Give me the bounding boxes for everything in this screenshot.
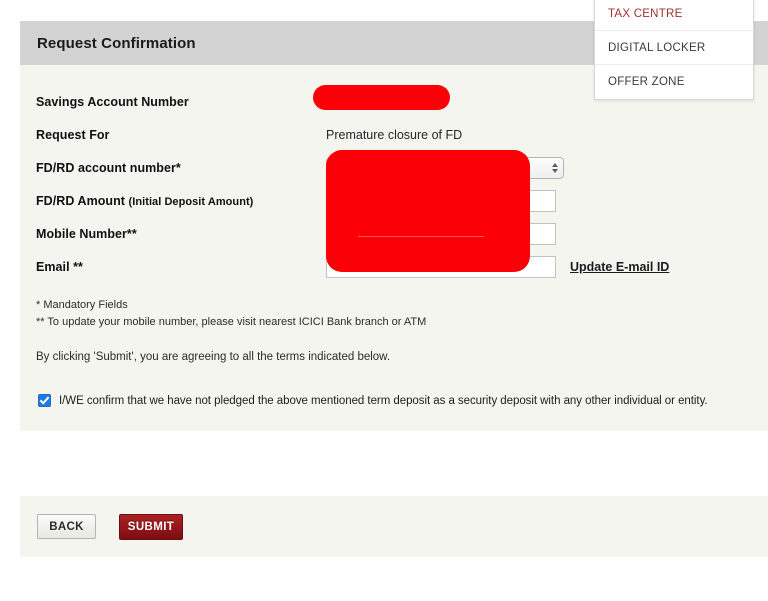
label-fd-rd-amount: FD/RD Amount (Initial Deposit Amount) [36,194,326,208]
note-mandatory-fields: * Mandatory Fields [36,299,128,311]
note-mobile-update: ** To update your mobile number, please … [36,316,427,328]
redaction-strike-line [358,236,484,237]
label-savings-account-number: Savings Account Number [36,94,189,109]
update-email-id-link[interactable]: Update E-mail ID [570,260,669,274]
page-title: Request Confirmation [37,34,196,52]
row-request-for: Request For Premature closure of FD [20,118,768,151]
label-email: Email ** [36,259,83,274]
redaction-savings-account-number [313,85,450,110]
redaction-form-fields [326,150,530,272]
footnotes: * Mandatory Fields ** To update your mob… [20,297,768,331]
label-request-for: Request For [36,127,110,142]
label-mobile-number: Mobile Number** [36,226,137,241]
agreement-notice: By clicking 'Submit', you are agreeing t… [36,351,391,363]
page-root: Request Confirmation Savings Account Num… [0,0,768,601]
consent-label: I/WE confirm that we have not pledged th… [59,394,708,407]
label-fd-rd-amount-sub: (Initial Deposit Amount) [128,195,254,208]
request-for-value: Premature closure of FD [326,127,463,142]
consent-checkbox[interactable] [38,394,51,407]
action-bar: BACK SUBMIT [20,496,768,557]
label-fd-rd-amount-main: FD/RD Amount [36,193,129,208]
value-request-for: Premature closure of FD [326,128,768,142]
label-fd-rd-account-number: FD/RD account number* [36,160,181,175]
submit-button[interactable]: SUBMIT [119,513,183,540]
back-button[interactable]: BACK [37,514,96,539]
menu-item-offer-zone[interactable]: OFFER ZONE [595,65,753,99]
menu-item-digital-locker[interactable]: DIGITAL LOCKER [595,31,753,65]
consent-row: I/WE confirm that we have not pledged th… [20,394,768,407]
menu-item-tax-centre[interactable]: TAX CENTRE [595,0,753,31]
nav-dropdown-menu: TAX CENTRE DIGITAL LOCKER OFFER ZONE [594,0,754,100]
